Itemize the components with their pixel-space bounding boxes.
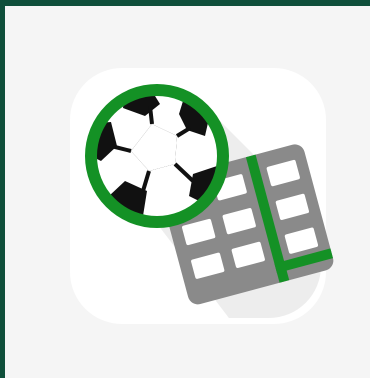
screen-frame (0, 0, 370, 378)
football-spreadsheet-app-icon (85, 84, 334, 318)
soccer-ball-icon (85, 84, 229, 228)
